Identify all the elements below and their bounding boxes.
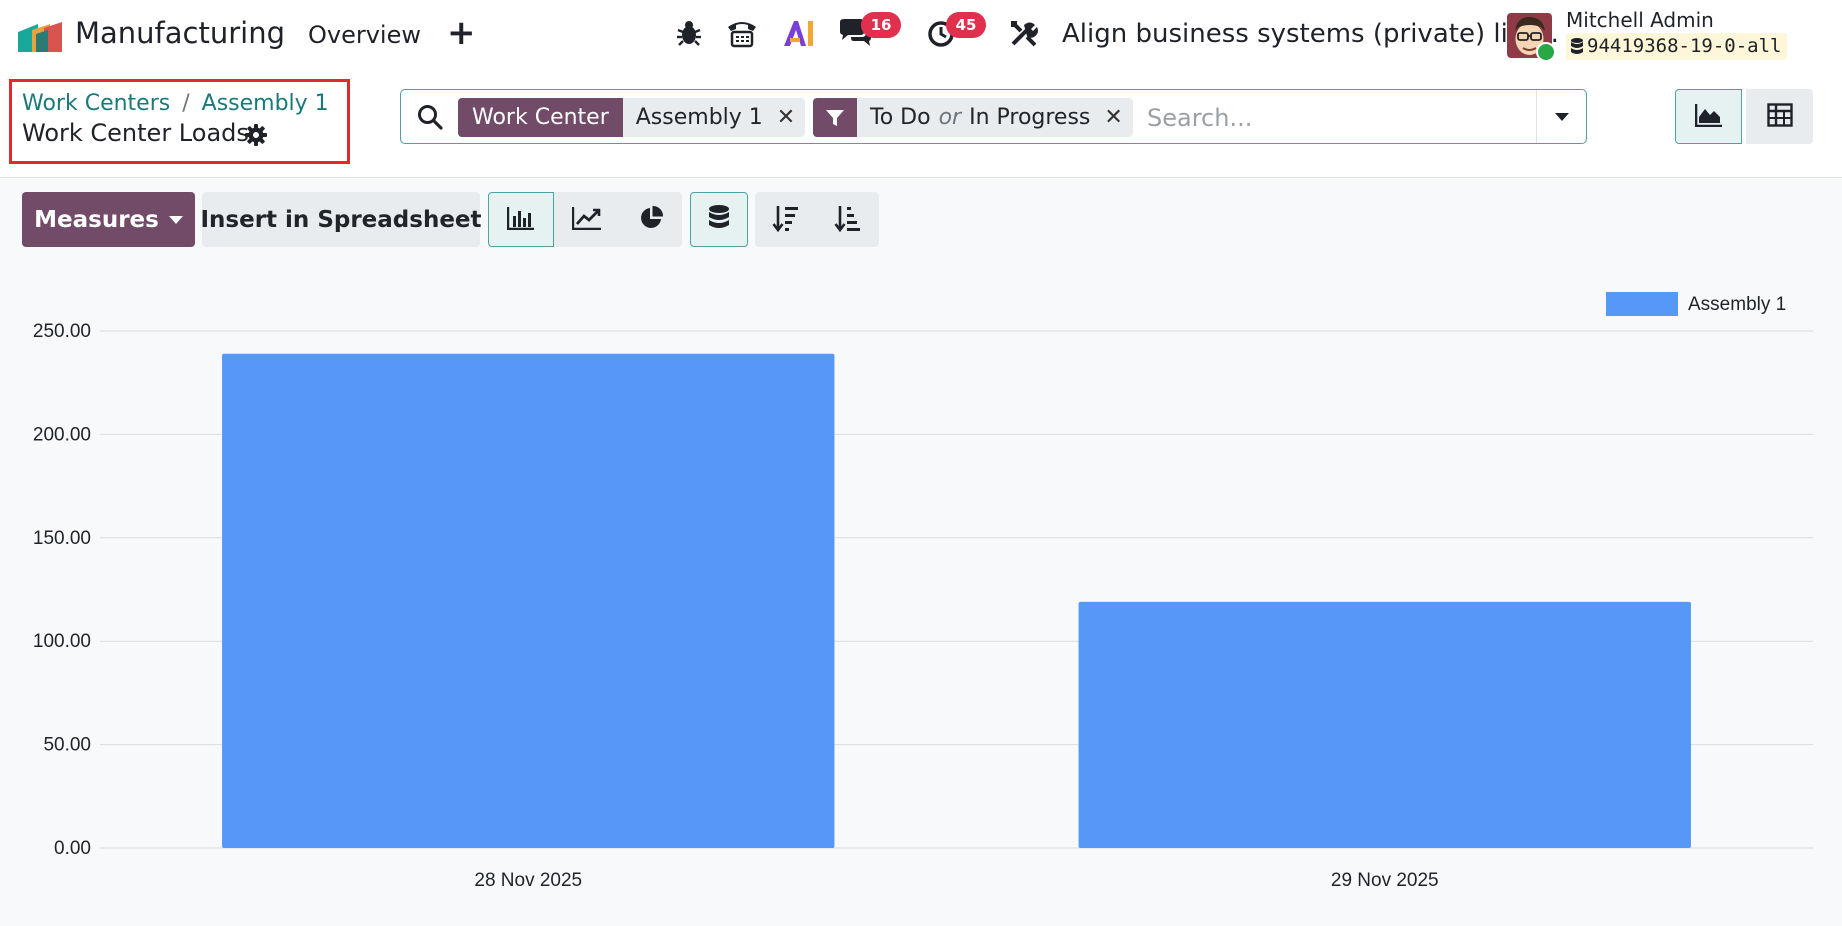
x-tick-label: 29 Nov 2025 <box>1331 870 1439 891</box>
bar-chart: 0.00 50.00 100.00 150.00 200.00 250.00 28 Nov … <box>33 292 1813 891</box>
y-tick-label: 150.00 <box>33 528 91 549</box>
x-tick-label: 28 Nov 2025 <box>474 870 582 891</box>
legend-swatch[interactable] <box>1606 292 1678 316</box>
y-tick-label: 200.00 <box>33 424 91 445</box>
y-tick-label: 100.00 <box>33 631 91 652</box>
y-tick-label: 0.00 <box>54 838 91 859</box>
y-tick-label: 50.00 <box>43 735 91 756</box>
bar[interactable] <box>1078 601 1691 848</box>
legend-label[interactable]: Assembly 1 <box>1688 294 1786 315</box>
bar[interactable] <box>222 353 835 848</box>
y-tick-label: 250.00 <box>33 321 91 342</box>
